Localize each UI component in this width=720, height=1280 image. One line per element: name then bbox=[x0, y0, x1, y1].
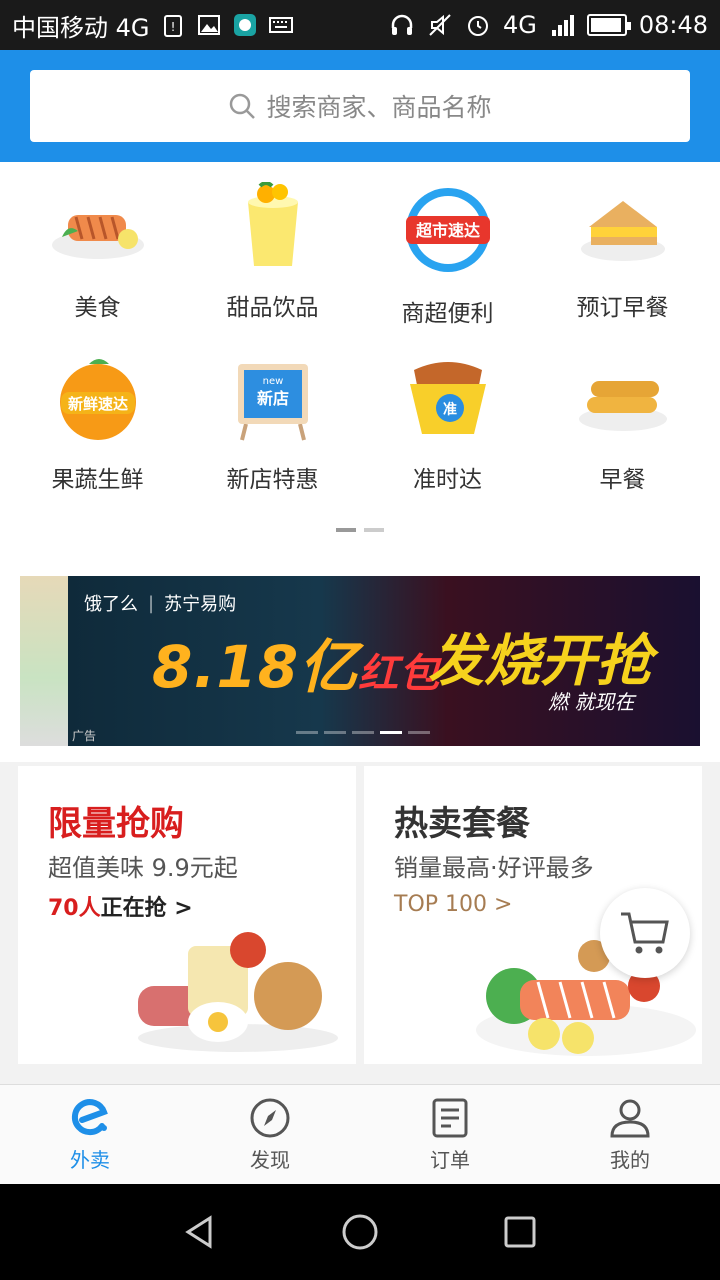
new-store-sign-icon: new 新店 bbox=[237, 364, 308, 441]
signal-icon bbox=[551, 15, 574, 36]
page-dot bbox=[364, 528, 384, 532]
promo-subtitle: 销量最高·好评最多 bbox=[394, 854, 594, 882]
tab-label: 发现 bbox=[250, 1148, 290, 1172]
category-dessert-drinks[interactable]: 甜品饮品 bbox=[185, 162, 360, 322]
banner-carousel[interactable]: 饿了么 | 苏宁易购 8.18亿红包 发烧开抢 燃 就现在 广告 bbox=[0, 552, 720, 762]
cart-button[interactable] bbox=[600, 888, 690, 978]
supermarket-badge-icon: 超市速达 bbox=[405, 188, 490, 272]
page-dot bbox=[408, 731, 430, 734]
orange-fruit-icon: 新鲜速达 bbox=[59, 359, 136, 440]
shopping-cart-icon bbox=[621, 912, 669, 954]
alarm-icon bbox=[467, 16, 488, 36]
banner-slogan: 发烧开抢 bbox=[428, 629, 652, 694]
banner-brand: 饿了么 | 苏宁易购 bbox=[84, 590, 236, 616]
bread-rolls-icon bbox=[578, 381, 667, 431]
category-label: 商超便利 bbox=[401, 301, 494, 327]
category-grid: 美食 甜品饮品 超市速达 商超便利 预订早餐 新鲜速达 果蔬生鲜 new 新店 新… bbox=[0, 162, 720, 552]
headphones-icon bbox=[391, 14, 413, 35]
category-label: 新店特惠 bbox=[226, 467, 319, 493]
search-icon bbox=[230, 93, 256, 119]
page-dot bbox=[352, 731, 374, 734]
tab-orders[interactable]: 订单 bbox=[360, 1085, 540, 1184]
category-label: 美食 bbox=[74, 295, 121, 321]
tab-label: 外卖 bbox=[70, 1148, 110, 1172]
battery-icon bbox=[586, 14, 631, 36]
svg-text:超市速达: 超市速达 bbox=[414, 221, 479, 240]
category-supermarket[interactable]: 超市速达 商超便利 bbox=[360, 162, 535, 327]
banner-headline-num: 8.18亿 bbox=[152, 633, 359, 701]
category-label: 甜品饮品 bbox=[226, 295, 319, 321]
order-list-icon bbox=[432, 1098, 468, 1138]
page-dot bbox=[324, 731, 346, 734]
banner-prev-peek bbox=[20, 576, 68, 746]
eleme-logo-icon bbox=[71, 1099, 108, 1136]
svg-text:新鲜速达: 新鲜速达 bbox=[67, 395, 127, 413]
banner-slide[interactable]: 饿了么 | 苏宁易购 8.18亿红包 发烧开抢 燃 就现在 广告 bbox=[68, 576, 700, 746]
promo-flash-sale[interactable]: 限量抢购 超值美味 9.9元起 70人正在抢 > bbox=[18, 766, 356, 1064]
app-notification-icon bbox=[233, 14, 256, 36]
category-food[interactable]: 美食 bbox=[10, 162, 185, 322]
search-placeholder: 搜索商家、商品名称 bbox=[266, 93, 492, 122]
partner-brand-label: 苏宁易购 bbox=[164, 594, 237, 615]
category-label: 准时达 bbox=[413, 467, 482, 493]
promo-title: 热卖套餐 bbox=[394, 804, 530, 844]
promo-title: 限量抢购 bbox=[48, 804, 184, 844]
search-input[interactable]: 搜索商家、商品名称 bbox=[30, 70, 690, 142]
category-fresh-produce[interactable]: 新鲜速达 果蔬生鲜 bbox=[10, 334, 185, 494]
promo-cta[interactable]: TOP 100 > bbox=[394, 892, 512, 917]
banner-page-indicator bbox=[296, 731, 430, 734]
category-label: 果蔬生鲜 bbox=[51, 467, 144, 493]
tab-profile[interactable]: 我的 bbox=[540, 1085, 720, 1184]
promo-cta[interactable]: 70人正在抢 > bbox=[48, 890, 193, 922]
bottom-tab-bar: 外卖 发现 订单 我的 bbox=[0, 1084, 720, 1184]
ad-label: 广告 bbox=[72, 729, 97, 743]
category-page-indicator bbox=[336, 528, 384, 532]
user-icon bbox=[610, 1099, 650, 1138]
promo-cta-text: 正在抢 > bbox=[100, 896, 193, 921]
sandwich-icon bbox=[580, 201, 665, 261]
category-on-time[interactable]: 准 准时达 bbox=[360, 334, 535, 494]
category-breakfast-booking[interactable]: 预订早餐 bbox=[535, 162, 710, 322]
app-header: 搜索商家、商品名称 bbox=[0, 50, 720, 162]
category-label: 早餐 bbox=[599, 467, 646, 493]
mute-icon bbox=[429, 14, 451, 36]
eleme-brand-label: 饿了么 bbox=[84, 594, 138, 615]
deli-platter-image bbox=[138, 932, 338, 1052]
tab-label: 我的 bbox=[610, 1148, 650, 1172]
svg-text:new: new bbox=[262, 376, 283, 387]
grilled-fish-icon bbox=[51, 215, 144, 259]
page-dot bbox=[336, 528, 356, 532]
promo-subtitle: 超值美味 9.9元起 bbox=[48, 854, 238, 882]
tab-label: 订单 bbox=[430, 1148, 470, 1172]
sim-warning-icon: ! bbox=[163, 15, 182, 37]
svg-text:准: 准 bbox=[443, 401, 457, 418]
carrier-label: 中国移动 4G bbox=[12, 13, 150, 42]
page-dot bbox=[380, 731, 402, 734]
clock-time: 08:48 bbox=[638, 11, 708, 39]
page-dot bbox=[296, 731, 318, 734]
noodle-box-icon: 准 bbox=[409, 362, 486, 434]
promo-count: 70人 bbox=[48, 896, 101, 921]
recents-icon[interactable] bbox=[500, 1212, 540, 1252]
compass-icon bbox=[250, 1098, 290, 1138]
image-icon bbox=[197, 15, 220, 35]
category-new-store[interactable]: new 新店 新店特惠 bbox=[185, 334, 360, 494]
tab-discover[interactable]: 发现 bbox=[180, 1085, 360, 1184]
tab-takeout[interactable]: 外卖 bbox=[0, 1085, 180, 1184]
status-bar: 中国移动 4G ! 4G 08:48 bbox=[0, 0, 720, 50]
banner-headline: 8.18亿红包 bbox=[152, 620, 440, 704]
network-type-label: 4G bbox=[502, 11, 537, 39]
back-icon[interactable] bbox=[180, 1212, 220, 1252]
system-nav-bar bbox=[0, 1184, 720, 1280]
drink-icon bbox=[247, 182, 298, 266]
banner-subline: 燃 就现在 bbox=[548, 690, 635, 714]
home-icon[interactable] bbox=[340, 1212, 380, 1252]
svg-text:!: ! bbox=[170, 20, 175, 34]
category-label: 预订早餐 bbox=[576, 295, 669, 321]
keyboard-icon bbox=[268, 17, 293, 33]
svg-text:新店: 新店 bbox=[256, 389, 288, 408]
category-breakfast[interactable]: 早餐 bbox=[535, 334, 710, 494]
